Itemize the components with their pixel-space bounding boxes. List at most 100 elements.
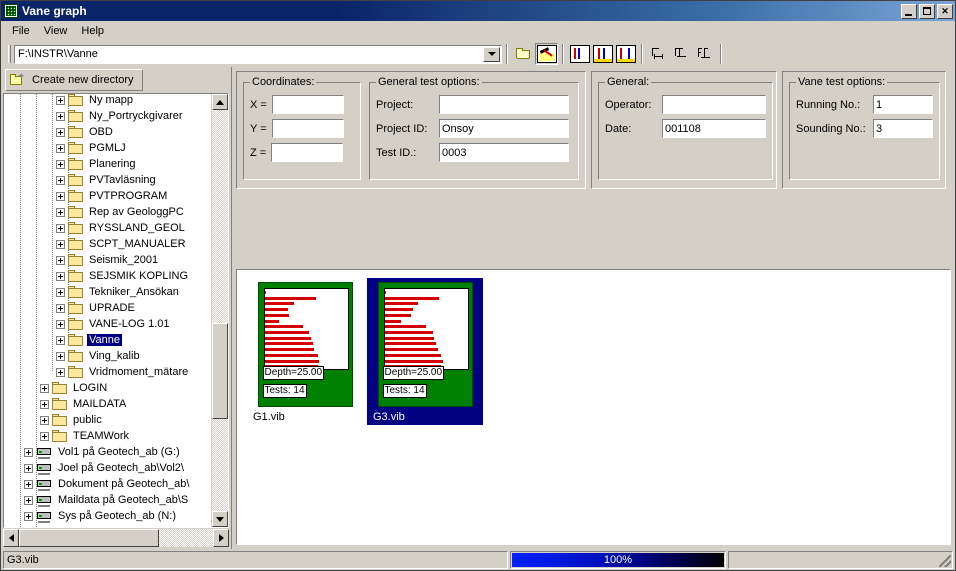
- tree-item-pvtprogram[interactable]: PVTPROGRAM: [4, 188, 211, 204]
- tool-button[interactable]: [535, 43, 558, 65]
- hscroll-track[interactable]: [19, 529, 213, 547]
- tree-item-tekniker-ans-kan[interactable]: Tekniker_Ansökan: [4, 284, 211, 300]
- thumbnail-item[interactable]: Depth=25.00 Tests: 14 G3.vib: [367, 278, 483, 425]
- tree-item-ny-mapp[interactable]: Ny mapp: [4, 94, 211, 108]
- toolbar-grip[interactable]: [8, 45, 11, 63]
- graph-view-2-button[interactable]: [591, 43, 614, 65]
- expand-plus-icon[interactable]: [56, 351, 65, 361]
- tree-item-ving-kalib[interactable]: Ving_kalib: [4, 348, 211, 364]
- expand-plus-icon[interactable]: [40, 399, 49, 409]
- date-input[interactable]: 001108: [662, 119, 766, 138]
- create-new-directory-button[interactable]: ✦ Create new directory: [5, 69, 143, 91]
- scroll-track[interactable]: [212, 110, 228, 511]
- tree-item-ny-portryckgivarer[interactable]: Ny_Portryckgivarer: [4, 108, 211, 124]
- tree-item-maildata-p-geotech-ab-s[interactable]: Maildata på Geotech_ab\S: [4, 492, 211, 508]
- project-id-input[interactable]: Onsoy: [439, 119, 569, 138]
- project-input[interactable]: [439, 95, 569, 114]
- expand-plus-icon[interactable]: [56, 175, 65, 185]
- expand-plus-icon[interactable]: [24, 447, 33, 457]
- scroll-down-button[interactable]: [212, 511, 228, 527]
- x-input[interactable]: [271, 95, 344, 114]
- tree-horizontal-scrollbar[interactable]: [3, 529, 229, 547]
- folder-icon: [68, 189, 84, 203]
- tree-item-pvtavl-sning[interactable]: PVTavläsning: [4, 172, 211, 188]
- expand-plus-icon[interactable]: [56, 191, 65, 201]
- operator-input[interactable]: [662, 95, 766, 114]
- graph-view-3-button[interactable]: [614, 43, 637, 65]
- expand-plus-icon[interactable]: [56, 207, 65, 217]
- menu-view[interactable]: View: [37, 23, 75, 39]
- thumbnail-item[interactable]: Depth=25.00 Tests: 14 G1.vib: [247, 278, 363, 425]
- test-id-input[interactable]: 0003: [439, 143, 569, 162]
- close-button[interactable]: ✕: [937, 3, 953, 19]
- tree-item-rep-av-geologgpc[interactable]: Rep av GeologgPC: [4, 204, 211, 220]
- layout-2-button[interactable]: [670, 43, 693, 65]
- tree-item-sejsmik-kopling[interactable]: SEJSMIK KOPLING: [4, 268, 211, 284]
- open-folder-button[interactable]: [512, 43, 535, 65]
- tree-item-vane-log-1-01[interactable]: VANE-LOG 1.01: [4, 316, 211, 332]
- expand-plus-icon[interactable]: [24, 511, 33, 521]
- tree-vertical-scrollbar[interactable]: [211, 94, 228, 527]
- path-combobox[interactable]: F:\INSTR\Vanne: [14, 44, 502, 64]
- tree-item-public[interactable]: public: [4, 412, 211, 428]
- scroll-up-button[interactable]: [212, 94, 228, 110]
- expand-plus-icon[interactable]: [56, 367, 65, 377]
- expand-plus-icon[interactable]: [56, 319, 65, 329]
- maximize-button[interactable]: [919, 3, 935, 19]
- expand-plus-icon[interactable]: [56, 127, 65, 137]
- tree-item-joel-p-geotech-ab-vol2[interactable]: Joel på Geotech_ab\Vol2\: [4, 460, 211, 476]
- expand-plus-icon[interactable]: [56, 95, 65, 105]
- expand-plus-icon[interactable]: [56, 223, 65, 233]
- scroll-left-button[interactable]: [3, 529, 19, 547]
- running-no-input[interactable]: 1: [873, 95, 933, 114]
- minimize-button[interactable]: [901, 3, 917, 19]
- expand-plus-icon[interactable]: [56, 159, 65, 169]
- resize-grip-icon[interactable]: [939, 554, 951, 567]
- tree-item-scpt-manualer[interactable]: SCPT_MANUALER: [4, 236, 211, 252]
- tree-item-ryssland-geol[interactable]: RYSSLAND_GEOL: [4, 220, 211, 236]
- sounding-no-input[interactable]: 3: [873, 119, 933, 138]
- new-folder-icon: ✦: [10, 72, 26, 87]
- expand-plus-icon[interactable]: [56, 239, 65, 249]
- thumbnail-list[interactable]: Depth=25.00 Tests: 14 G1.vib Depth=25.00 Tes…: [236, 269, 951, 545]
- tree-item-vanne[interactable]: Vanne: [4, 332, 211, 348]
- chevron-down-icon[interactable]: [483, 46, 500, 62]
- expand-plus-icon[interactable]: [56, 271, 65, 281]
- expand-plus-icon[interactable]: [24, 495, 33, 505]
- expand-plus-icon[interactable]: [40, 415, 49, 425]
- tree-item-obd[interactable]: OBD: [4, 124, 211, 140]
- expand-plus-icon[interactable]: [56, 255, 65, 265]
- tree-item-pgmlj[interactable]: PGMLJ: [4, 140, 211, 156]
- tree-item-sys-p-geotech-ab-n[interactable]: Sys på Geotech_ab (N:): [4, 508, 211, 524]
- expand-plus-icon[interactable]: [56, 335, 65, 345]
- expand-plus-icon[interactable]: [56, 287, 65, 297]
- menu-file[interactable]: File: [5, 23, 37, 39]
- tree-item-login[interactable]: LOGIN: [4, 380, 211, 396]
- directory-tree[interactable]: Ny mapp Ny_Portryckgivarer OBD PGMLJ Planeri…: [3, 93, 229, 528]
- tree-item-planering[interactable]: Planering: [4, 156, 211, 172]
- menu-help[interactable]: Help: [74, 23, 111, 39]
- expand-plus-icon[interactable]: [56, 143, 65, 153]
- expand-plus-icon[interactable]: [40, 431, 49, 441]
- graph-view-1-button[interactable]: [568, 43, 591, 65]
- z-input[interactable]: [271, 143, 344, 162]
- expand-plus-icon[interactable]: [40, 383, 49, 393]
- scroll-right-button[interactable]: [213, 529, 229, 547]
- tree-item-teamwork[interactable]: TEAMWork: [4, 428, 211, 444]
- tree-list: Ny mapp Ny_Portryckgivarer OBD PGMLJ Planeri…: [4, 94, 211, 524]
- tree-item-maildata[interactable]: MAILDATA: [4, 396, 211, 412]
- tree-item-vol1-p-geotech-ab-g[interactable]: Vol1 på Geotech_ab (G:): [4, 444, 211, 460]
- y-input[interactable]: [271, 119, 344, 138]
- expand-plus-icon[interactable]: [56, 111, 65, 121]
- chart-bar: [264, 353, 318, 357]
- expand-plus-icon[interactable]: [24, 463, 33, 473]
- tree-item-seismik-2001[interactable]: Seismik_2001: [4, 252, 211, 268]
- chart-bar: [264, 336, 311, 340]
- layout-1-button[interactable]: [647, 43, 670, 65]
- expand-plus-icon[interactable]: [24, 479, 33, 489]
- expand-plus-icon[interactable]: [56, 303, 65, 313]
- tree-item-uprade[interactable]: UPRADE: [4, 300, 211, 316]
- tree-item-dokument-p-geotech-ab[interactable]: Dokument på Geotech_ab\: [4, 476, 211, 492]
- layout-3-button[interactable]: [693, 43, 716, 65]
- tree-item-vridmoment-m-tare[interactable]: Vridmoment_mätare: [4, 364, 211, 380]
